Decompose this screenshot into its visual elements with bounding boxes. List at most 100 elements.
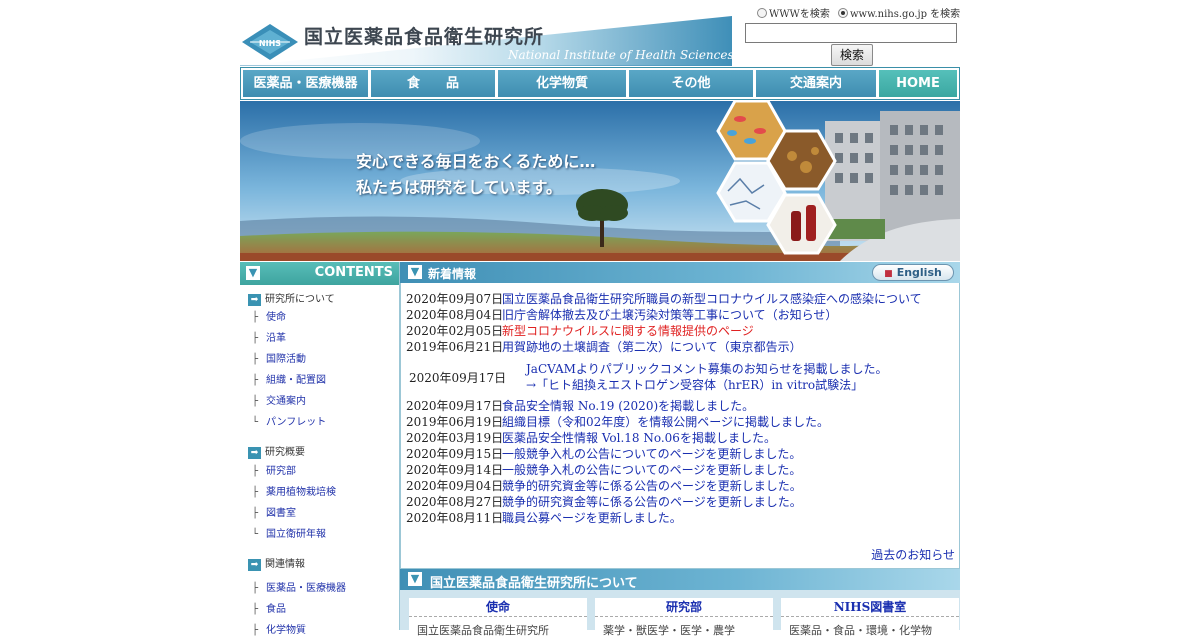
- search-input[interactable]: [745, 23, 957, 43]
- nihs-logo-icon: NIHS: [242, 24, 298, 60]
- radio-site[interactable]: [838, 7, 848, 18]
- news-link[interactable]: 一般競争入札の公告についてのページを更新しました。: [502, 447, 801, 461]
- search-button[interactable]: 検索: [831, 44, 873, 66]
- card-title[interactable]: 使命: [409, 598, 587, 617]
- news-link[interactable]: 旧庁舎解体撤去及び土壌汚染対策等工事について（お知らせ）: [502, 308, 837, 322]
- sidebar-section-label: 研究概要: [265, 447, 305, 458]
- news-link[interactable]: JaCVAMよりパブリックコメント募集のお知らせを掲載しました。: [526, 362, 887, 376]
- news-link[interactable]: 一般競争入札の公告についてのページを更新しました。: [502, 463, 801, 477]
- sidebar-item-international[interactable]: ├ 国際活動: [252, 350, 306, 365]
- news-sub-link[interactable]: →「ヒト組換えエストロゲン受容体（hrER）in vitro試験法」: [526, 378, 863, 392]
- sidebar: ▼ CONTENTS ➡ 研究所について ├ 使命 ├ 沿革 ├ 国際活動 ├ 組織・配置…: [240, 262, 400, 636]
- news-date: 2020年09月17日: [409, 371, 507, 385]
- sidebar-item-label: 国際活動: [266, 354, 307, 365]
- sidebar-item-related-medicine[interactable]: ├ 医薬品・医療機器: [252, 579, 346, 594]
- sidebar-item-mission[interactable]: ├ 使命: [252, 308, 286, 323]
- sidebar-item-organization[interactable]: ├ 組織・配置図: [252, 371, 326, 386]
- sidebar-item-related-chemicals[interactable]: ├ 化学物質: [252, 621, 306, 636]
- banner-copy: 安心できる毎日をおくるために… 私たちは研究をしています。: [356, 149, 595, 201]
- nav-chemicals[interactable]: 化学物質: [498, 70, 626, 97]
- page: NIHS 国立医薬品食品衛生研究所 National Institute of …: [240, 0, 960, 638]
- news-link[interactable]: 医薬品安全性情報 Vol.18 No.06を掲載しました。: [502, 431, 776, 445]
- tree-branch-icon: ├: [252, 466, 259, 477]
- nav-home[interactable]: HOME: [879, 70, 957, 97]
- tree-end-icon: └: [252, 417, 259, 428]
- tree-branch-icon: ├: [252, 354, 259, 365]
- sidebar-item-divisions[interactable]: ├ 研究部: [252, 462, 296, 477]
- sidebar-section-research[interactable]: ➡ 研究概要: [248, 443, 305, 459]
- arrow-right-icon: ➡: [248, 446, 261, 459]
- sidebar-item-herb-garden[interactable]: ├ 薬用植物栽培検: [252, 483, 336, 498]
- nav-access[interactable]: 交通案内: [756, 70, 876, 97]
- tree-end-icon: └: [252, 529, 259, 540]
- news-date: 2020年09月07日: [406, 292, 504, 306]
- sidebar-item-history[interactable]: ├ 沿革: [252, 329, 286, 344]
- news-date: 2020年09月04日: [406, 479, 504, 493]
- sidebar-item-label: 使命: [266, 312, 287, 323]
- tree-branch-icon: ├: [252, 604, 259, 615]
- sidebar-section-label: 関連情報: [265, 559, 305, 570]
- card-library[interactable]: NIHS図書室 医薬品・食品・環境・化学物: [781, 598, 959, 638]
- sidebar-section-about[interactable]: ➡ 研究所について: [248, 290, 335, 306]
- news-featured-item: 2020年09月17日 JaCVAMよりパブリックコメント募集のお知らせを掲載し…: [406, 362, 946, 398]
- contents-header: ▼ CONTENTS: [240, 262, 399, 285]
- news-link-alert[interactable]: 新型コロナウイルスに関する情報提供のページ: [502, 324, 754, 338]
- flag-icon: ■: [884, 269, 893, 279]
- card-divisions[interactable]: 研究部 薬学・獣医学・医学・農学: [595, 598, 773, 638]
- sidebar-item-related-food[interactable]: ├ 食品: [252, 600, 286, 615]
- news-date: 2019年06月21日: [406, 340, 504, 354]
- list-item: 2020年09月04日競争的研究資金等に係る公告のページを更新しました。: [406, 479, 802, 493]
- about-title: 国立医薬品食品衛生研究所について: [430, 576, 638, 591]
- main-content: ▼ 新着情報 ■ English 2020年09月07日国立医薬品食品衛生研究所職…: [400, 262, 960, 638]
- sidebar-item-annual-report[interactable]: └ 国立衛研年報: [252, 525, 326, 540]
- news-list: 2020年09月07日国立医薬品食品衛生研究所職員の新型コロナウイルス感染症への…: [400, 283, 960, 569]
- tree-branch-icon: ├: [252, 333, 259, 344]
- news-date: 2020年09月15日: [406, 447, 504, 461]
- nav-others[interactable]: その他: [629, 70, 753, 97]
- sidebar-item-library[interactable]: ├ 図書室: [252, 504, 296, 519]
- global-nav: 医薬品・医療機器 食 品 化学物質 その他 交通案内 HOME: [240, 67, 960, 100]
- search-option-www[interactable]: WWWを検索: [757, 5, 830, 20]
- search-form: WWWを検索 www.nihs.go.jp を検索 検索: [745, 2, 960, 66]
- sidebar-item-label: 食品: [266, 604, 287, 615]
- search-option-site[interactable]: www.nihs.go.jp を検索: [838, 5, 960, 20]
- sidebar-item-pamphlet[interactable]: └ パンフレット: [252, 413, 326, 428]
- news-date: 2020年09月17日: [406, 399, 504, 413]
- news-date: 2020年09月14日: [406, 463, 504, 477]
- about-cards: 使命 国立医薬品食品衛生研究所 研究部 薬学・獣医学・医学・農学 NIHS図書室…: [400, 590, 960, 638]
- list-item: 2020年03月19日医薬品安全性情報 Vol.18 No.06を掲載しました。: [406, 431, 776, 445]
- card-mission[interactable]: 使命 国立医薬品食品衛生研究所: [409, 598, 587, 638]
- arrow-down-icon: ▼: [246, 266, 260, 280]
- sidebar-item-label: 図書室: [266, 508, 297, 519]
- tree-branch-icon: ├: [252, 625, 259, 636]
- news-link[interactable]: 競争的研究資金等に係る公告のページを更新しました。: [502, 495, 802, 509]
- list-item: 2020年08月27日競争的研究資金等に係る公告のページを更新しました。: [406, 495, 802, 509]
- news-link[interactable]: 組織目標（令和02年度）を情報公開ページに掲載しました。: [502, 415, 829, 429]
- header: NIHS 国立医薬品食品衛生研究所 National Institute of …: [240, 0, 960, 66]
- radio-www[interactable]: [757, 7, 767, 18]
- nav-medicine[interactable]: 医薬品・医療機器: [243, 70, 368, 97]
- list-item: 2020年08月11日職員公募ページを更新しました。: [406, 511, 682, 525]
- nav-food[interactable]: 食 品: [371, 70, 495, 97]
- card-title[interactable]: NIHS図書室: [781, 598, 959, 617]
- sidebar-item-access[interactable]: ├ 交通案内: [252, 392, 306, 407]
- list-item: 2019年06月19日組織目標（令和02年度）を情報公開ページに掲載しました。: [406, 415, 829, 429]
- sidebar-section-related[interactable]: ➡ 関連情報: [248, 555, 305, 571]
- english-button[interactable]: ■ English: [872, 264, 954, 281]
- search-option-site-label: www.nihs.go.jp を検索: [850, 9, 961, 20]
- tree-branch-icon: ├: [252, 508, 259, 519]
- news-link[interactable]: 用賀跡地の土壌調査（第二次）について（東京都告示）: [502, 340, 802, 354]
- past-news-link[interactable]: 過去のお知らせ: [871, 546, 955, 563]
- news-link[interactable]: 食品安全情報 No.19 (2020)を掲載しました。: [502, 399, 754, 413]
- card-title[interactable]: 研究部: [595, 598, 773, 617]
- site-title[interactable]: 国立医薬品食品衛生研究所: [304, 22, 544, 49]
- news-link[interactable]: 職員公募ページを更新しました。: [502, 511, 682, 525]
- news-date: 2020年02月05日: [406, 324, 504, 338]
- tree-branch-icon: ├: [252, 396, 259, 407]
- news-link[interactable]: 競争的研究資金等に係る公告のページを更新しました。: [502, 479, 802, 493]
- about-header: ▼ 国立医薬品食品衛生研究所について: [400, 569, 960, 591]
- news-date: 2020年03月19日: [406, 431, 504, 445]
- tree-branch-icon: ├: [252, 375, 259, 386]
- news-link[interactable]: 国立医薬品食品衛生研究所職員の新型コロナウイルス感染症への感染について: [502, 292, 922, 306]
- news-date: 2019年06月19日: [406, 415, 504, 429]
